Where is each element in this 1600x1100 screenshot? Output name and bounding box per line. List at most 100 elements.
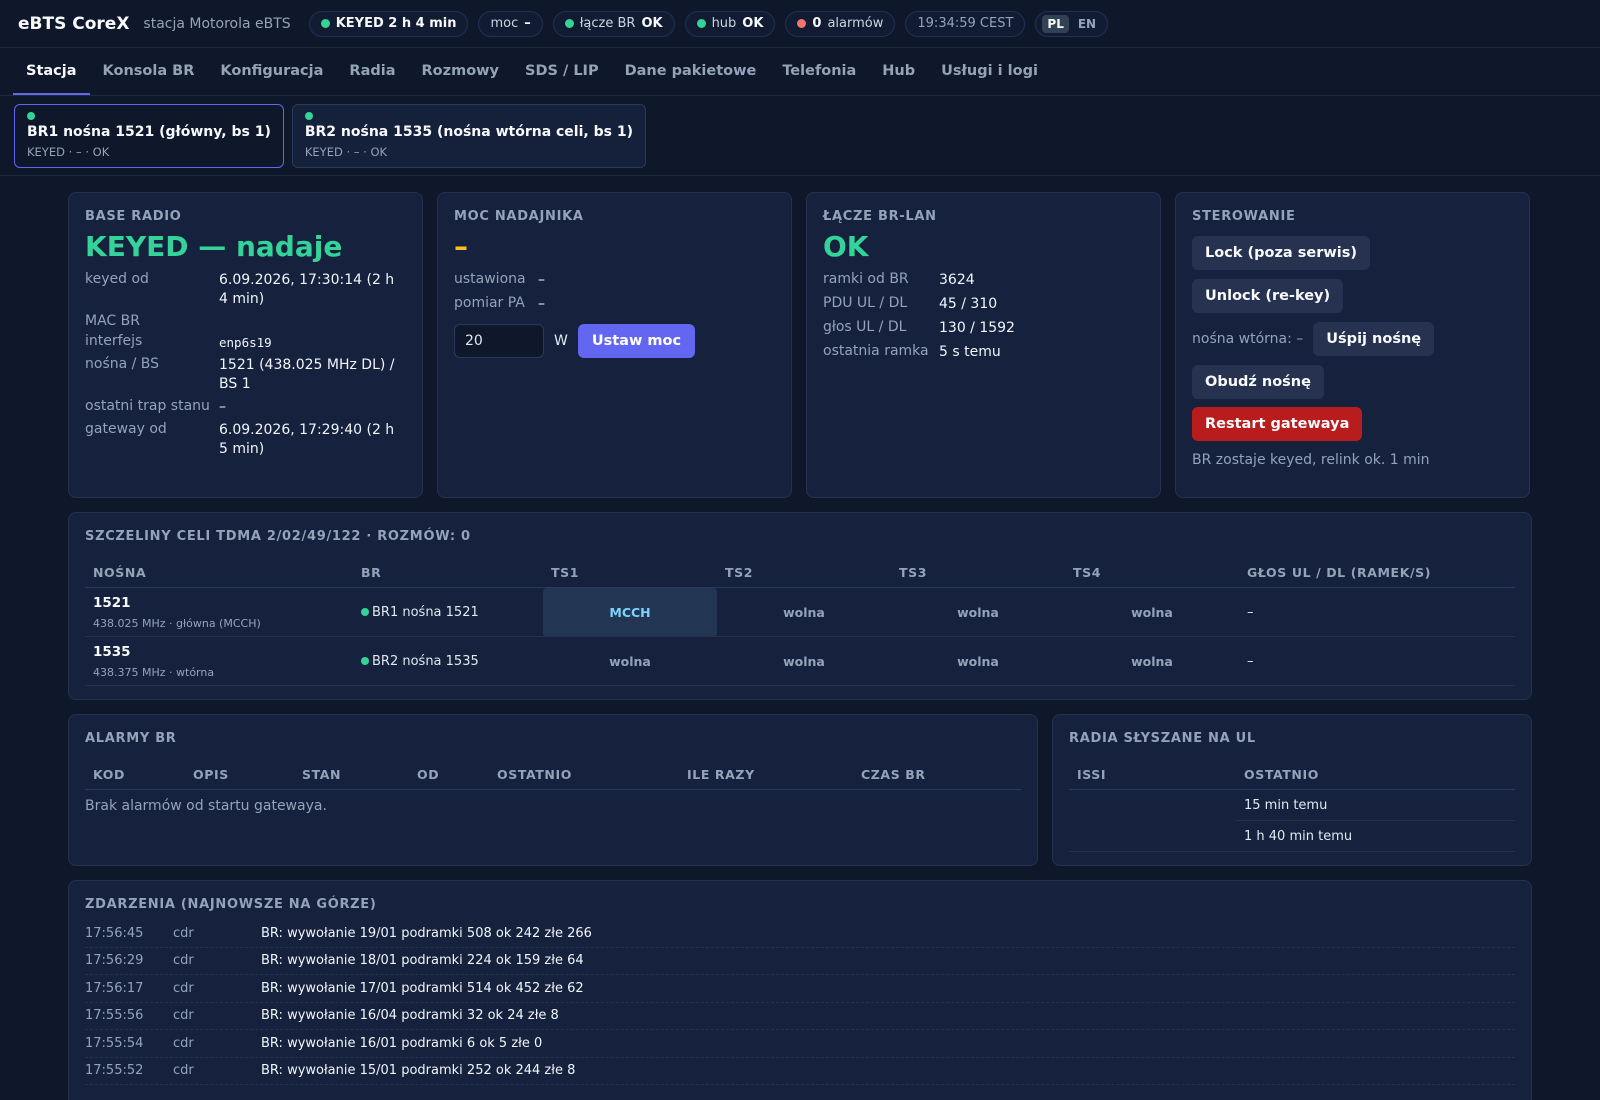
power-input[interactable]: [454, 324, 544, 358]
event-type: cdr: [173, 953, 194, 969]
tab-konsola-br[interactable]: Konsola BR: [90, 48, 208, 95]
panel-title: ZDARZENIA (NAJNOWSZE NA GÓRZE): [85, 897, 377, 912]
column-header: GŁOS UL / DL (RAMEK/S): [1239, 558, 1515, 588]
detail-label: interfejs: [85, 333, 143, 349]
voice-rate: –: [1239, 636, 1515, 686]
tdma-slots-panel: SZCZELINY CELI TDMA 2/02/49/122 · ROZMÓW…: [68, 512, 1532, 700]
panel-title: ALARMY BR: [85, 731, 177, 746]
tab-rozmowy[interactable]: Rozmowy: [409, 48, 512, 95]
detail-value: –: [538, 296, 545, 312]
voice-rate: –: [1239, 587, 1515, 637]
carrier-title: BR1 nośna 1521 (główny, bs 1): [27, 124, 271, 140]
column-header: OSTATNIO: [489, 760, 679, 790]
detail-value: 45 / 310: [939, 296, 998, 312]
heard-radios-table: ISSI OSTATNIO 15 min temu 1 h 40 min tem…: [1069, 760, 1515, 852]
column-header: STAN: [294, 760, 409, 790]
list-item: 17:56:17 cdr BR: wywołanie 17/01 podramk…: [85, 975, 1515, 1003]
control-note: BR zostaje keyed, relink ok. 1 min: [1192, 452, 1430, 468]
table-row: 1 h 40 min temu: [1069, 820, 1515, 852]
event-time: 17:55:56: [85, 1008, 144, 1024]
br-lan-link-panel: ŁĄCZE BR-LAN OK ramki od BR 3624 PDU UL …: [806, 192, 1161, 498]
event-message: BR: wywołanie 15/01 podramki 252 ok 244 …: [261, 1063, 576, 1079]
tab-konfiguracja[interactable]: Konfiguracja: [207, 48, 336, 95]
event-type: cdr: [173, 925, 194, 941]
link-status-pill: łącze BR OK: [552, 10, 675, 37]
carrier-card-br1[interactable]: BR1 nośna 1521 (główny, bs 1) KEYED · – …: [14, 104, 284, 168]
tab-dane-pakietowe[interactable]: Dane pakietowe: [612, 48, 770, 95]
carrier-frequency: 438.375 MHz · wtórna: [93, 665, 215, 679]
set-power-button[interactable]: Ustaw moc: [577, 324, 696, 358]
lang-pl-button[interactable]: PL: [1042, 14, 1069, 33]
event-type: cdr: [173, 1008, 194, 1024]
tab-hub[interactable]: Hub: [869, 48, 928, 95]
station-name: stacja Motorola eBTS: [143, 15, 291, 32]
column-header: ISSI: [1069, 760, 1236, 790]
detail-value: 6.09.2026, 17:29:40 (2 h 5 min): [219, 422, 395, 457]
alarms-status-pill[interactable]: 0 alarmów: [785, 10, 896, 37]
carrier-frequency: 438.025 MHz · główna (MCCH): [93, 616, 261, 630]
wake-carrier-button[interactable]: Obudź nośnę: [1192, 365, 1324, 399]
column-header: BR: [353, 558, 543, 588]
control-panel: STEROWANIE Lock (poza serwis) Unlock (re…: [1175, 192, 1530, 498]
carrier-selector: BR1 nośna 1521 (główny, bs 1) KEYED · – …: [0, 96, 1600, 176]
issi-cell: [1069, 820, 1236, 852]
column-header: TS2: [717, 558, 891, 588]
alarms-heard-row: ALARMY BR KOD OPIS STAN OD OSTATNIO ILE …: [68, 714, 1532, 866]
sleep-carrier-button[interactable]: Uśpij nośnę: [1313, 322, 1435, 356]
event-time: 17:55:52: [85, 1063, 144, 1079]
event-message: BR: wywołanie 17/01 podramki 514 ok 452 …: [261, 980, 584, 996]
column-header: TS3: [891, 558, 1065, 588]
secondary-carrier-label: nośna wtórna: –: [1192, 331, 1304, 347]
tab-radia[interactable]: Radia: [336, 48, 408, 95]
lang-en-button[interactable]: EN: [1073, 15, 1101, 33]
restart-gateway-button[interactable]: Restart gatewaya: [1192, 407, 1363, 441]
tab-uslugi-i-logi[interactable]: Usługi i logi: [928, 48, 1051, 95]
detail-value: 1521 (438.025 MHz DL) / BS 1: [219, 357, 395, 392]
slots-table: NOŚNA BR TS1 TS2 TS3 TS4 GŁOS UL / DL (R…: [85, 558, 1515, 686]
status-dot-icon: [361, 608, 369, 616]
panel-title: STEROWANIE: [1192, 209, 1296, 224]
status-dot-icon: [320, 19, 330, 28]
detail-label: gateway od: [85, 421, 167, 437]
secondary-carrier-row: nośna wtórna: – Uśpij nośnę: [1192, 322, 1513, 356]
panel-title: ŁĄCZE BR-LAN: [823, 209, 937, 224]
panel-title: SZCZELINY CELI TDMA 2/02/49/122 · ROZMÓW…: [85, 529, 471, 544]
power-status-pill: moc –: [478, 10, 543, 37]
detail-label: ostatnia ramka: [823, 343, 929, 359]
event-message: BR: wywołanie 16/04 podramki 32 ok 24 zł…: [261, 1008, 559, 1024]
event-type: cdr: [173, 1035, 194, 1051]
event-time: 17:56:17: [85, 980, 144, 996]
tab-telefonia[interactable]: Telefonia: [769, 48, 869, 95]
list-item: 17:56:45 cdr BR: wywołanie 19/01 podramk…: [85, 920, 1515, 948]
br-alarms-panel: ALARMY BR KOD OPIS STAN OD OSTATNIO ILE …: [68, 714, 1038, 866]
main-content: BASE RADIO KEYED — nadaje keyed od 6.09.…: [0, 176, 1600, 1100]
heard-radios-panel: RADIA SŁYSZANE NA UL ISSI OSTATNIO 15 mi…: [1052, 714, 1532, 866]
list-item: 17:55:54 cdr BR: wywołanie 16/01 podramk…: [85, 1030, 1515, 1058]
tx-power-panel: MOC NADAJNIKA – ustawiona – pomiar PA – …: [437, 192, 792, 498]
timeslot-cell: wolna: [717, 587, 891, 637]
list-item: 17:55:56 cdr BR: wywołanie 16/04 podramk…: [85, 1003, 1515, 1030]
lock-button[interactable]: Lock (poza serwis): [1192, 236, 1370, 270]
event-message: BR: wywołanie 16/01 podramki 6 ok 5 złe …: [261, 1035, 543, 1051]
unlock-button[interactable]: Unlock (re-key): [1192, 279, 1344, 313]
tab-stacja[interactable]: Stacja: [13, 48, 90, 95]
power-unit: W: [554, 333, 568, 349]
event-message: BR: wywołanie 19/01 podramki 508 ok 242 …: [261, 925, 592, 941]
column-header: OPIS: [185, 760, 294, 790]
alarms-table: KOD OPIS STAN OD OSTATNIO ILE RAZY CZAS …: [85, 760, 1021, 790]
alarms-empty-message: Brak alarmów od startu gatewaya.: [85, 798, 327, 814]
tab-sds-lip[interactable]: SDS / LIP: [512, 48, 612, 95]
carrier-number: 1521: [93, 594, 131, 611]
detail-value: 6.09.2026, 17:30:14 (2 h 4 min): [219, 272, 395, 307]
detail-label: ramki od BR: [823, 271, 909, 287]
table-row: 15 min temu: [1069, 789, 1515, 821]
column-header: ILE RAZY: [679, 760, 853, 790]
carrier-title: BR2 nośna 1535 (nośna wtórna celi, bs 1): [304, 124, 633, 140]
carrier-subtitle: KEYED · – · OK: [304, 145, 388, 159]
base-radio-status: KEYED — nadaje: [85, 230, 343, 263]
keyed-status-pill: KEYED 2 h 4 min: [308, 10, 469, 37]
clock: 19:34:59 CEST: [905, 10, 1026, 37]
status-panels-row: BASE RADIO KEYED — nadaje keyed od 6.09.…: [68, 192, 1532, 498]
carrier-card-br2[interactable]: BR2 nośna 1535 (nośna wtórna celi, bs 1)…: [291, 104, 646, 168]
table-row: 1535 438.375 MHz · wtórna BR2 nośna 1535…: [85, 636, 1515, 686]
